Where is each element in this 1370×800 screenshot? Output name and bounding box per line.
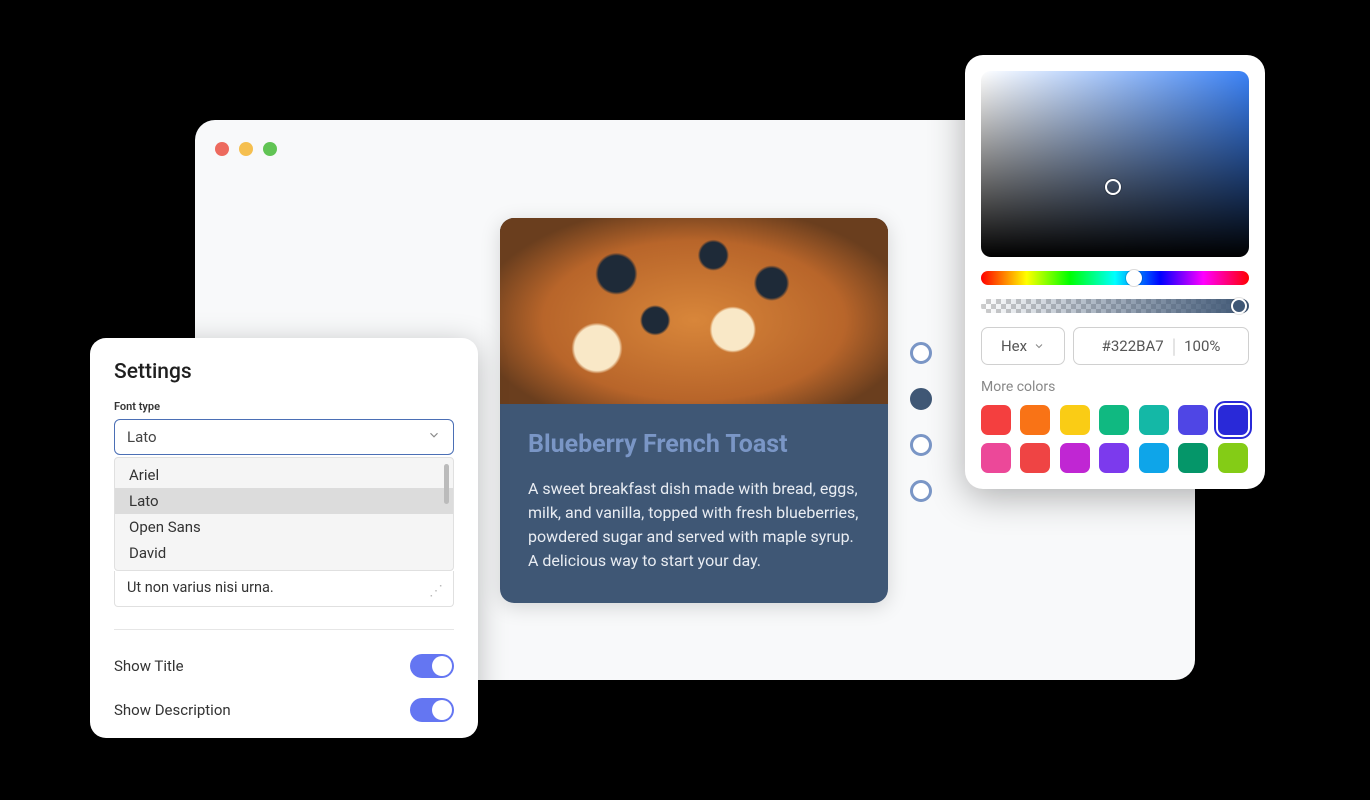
color-format-value: Hex (1001, 337, 1027, 355)
dropdown-scrollbar[interactable] (444, 464, 449, 504)
sv-cursor-icon[interactable] (1105, 179, 1121, 195)
settings-title: Settings (114, 360, 454, 384)
card-description: A sweet breakfast dish made with bread, … (528, 477, 860, 573)
font-option-ariel[interactable]: Ariel (115, 462, 453, 488)
swatch-3[interactable] (1099, 405, 1129, 435)
card-title: Blueberry French Toast (528, 430, 860, 459)
hex-input[interactable]: #322BA7 | 100% (1073, 327, 1249, 365)
preview-card: Blueberry French Toast A sweet breakfast… (500, 218, 888, 603)
font-type-label: Font type (114, 400, 454, 413)
settings-panel: Settings Font type Lato Ariel Lato Open … (90, 338, 478, 738)
swatch-7[interactable] (981, 443, 1011, 473)
swatch-6[interactable] (1218, 405, 1248, 435)
font-option-david[interactable]: David (115, 540, 453, 566)
swatch-12[interactable] (1178, 443, 1208, 473)
hex-separator: | (1172, 334, 1176, 358)
resize-grip-icon[interactable]: ⋰ (429, 586, 441, 596)
opacity-value: 100% (1184, 337, 1220, 355)
swatch-4[interactable] (1139, 405, 1169, 435)
toggle-show-title[interactable] (410, 654, 454, 678)
font-option-lato[interactable]: Lato (115, 488, 453, 514)
toggle-show-description-label: Show Description (114, 701, 231, 719)
scheme-dot-1[interactable] (910, 342, 932, 364)
minimize-window-icon[interactable] (239, 142, 253, 156)
textarea-value: Ut non varius nisi urna. (127, 579, 274, 596)
saturation-value-area[interactable] (981, 71, 1249, 257)
swatch-9[interactable] (1060, 443, 1090, 473)
swatch-0[interactable] (981, 405, 1011, 435)
divider (114, 629, 454, 630)
scheme-dot-4[interactable] (910, 480, 932, 502)
swatch-2[interactable] (1060, 405, 1090, 435)
swatch-1[interactable] (1020, 405, 1050, 435)
swatch-10[interactable] (1099, 443, 1129, 473)
font-type-value: Lato (127, 428, 157, 446)
swatch-grid (981, 405, 1249, 473)
hue-thumb-icon[interactable] (1126, 270, 1142, 286)
traffic-lights (215, 142, 277, 156)
chevron-down-icon (1033, 340, 1045, 352)
color-picker: Hex #322BA7 | 100% More colors (965, 55, 1265, 489)
toggle-show-description[interactable] (410, 698, 454, 722)
alpha-slider[interactable] (981, 299, 1249, 313)
color-format-select[interactable]: Hex (981, 327, 1065, 365)
swatch-13[interactable] (1218, 443, 1248, 473)
close-window-icon[interactable] (215, 142, 229, 156)
swatch-8[interactable] (1020, 443, 1050, 473)
scheme-selector (910, 342, 932, 502)
maximize-window-icon[interactable] (263, 142, 277, 156)
color-input-row: Hex #322BA7 | 100% (981, 327, 1249, 365)
more-colors-label: More colors (981, 379, 1249, 395)
toggle-show-title-row: Show Title (114, 644, 454, 688)
toggle-show-title-label: Show Title (114, 657, 184, 675)
card-body: Blueberry French Toast A sweet breakfast… (500, 404, 888, 603)
scheme-dot-2[interactable] (910, 388, 932, 410)
hue-slider[interactable] (981, 271, 1249, 285)
card-image (500, 218, 888, 404)
font-type-dropdown: Ariel Lato Open Sans David (114, 457, 454, 571)
chevron-down-icon (427, 428, 441, 446)
scheme-dot-3[interactable] (910, 434, 932, 456)
settings-textarea[interactable]: Ut non varius nisi urna. ⋰ (114, 571, 454, 607)
font-option-open-sans[interactable]: Open Sans (115, 514, 453, 540)
toggle-show-description-row: Show Description (114, 688, 454, 732)
swatch-11[interactable] (1139, 443, 1169, 473)
hex-value: #322BA7 (1102, 337, 1164, 355)
font-type-select[interactable]: Lato (114, 419, 454, 455)
swatch-5[interactable] (1178, 405, 1208, 435)
alpha-thumb-icon[interactable] (1231, 298, 1247, 314)
